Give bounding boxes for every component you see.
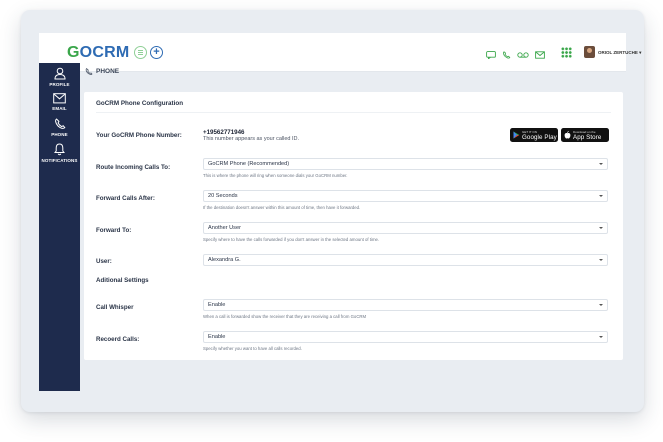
sidebar-item-label: NOTIFICATIONS bbox=[41, 158, 78, 163]
chevron-down-icon bbox=[599, 195, 603, 197]
chevron-down-icon bbox=[599, 259, 603, 261]
user-select[interactable]: Alexandra G. bbox=[203, 254, 608, 266]
sidebar-item-label: PHONE bbox=[51, 132, 68, 137]
record-calls-value: Enable bbox=[208, 334, 226, 340]
route-calls-select[interactable]: GoCRM Phone (Recommended) bbox=[203, 158, 608, 170]
google-play-big-text: Google Play bbox=[522, 133, 557, 141]
forward-to-hint: Specify where to have the calls forwarde… bbox=[203, 237, 380, 242]
phone-icon bbox=[85, 68, 93, 75]
bell-icon bbox=[54, 143, 65, 156]
phone-icon[interactable] bbox=[502, 51, 512, 59]
sidebar: PROFILE EMAIL PHONE NOTIFICATIONS bbox=[39, 63, 80, 391]
sidebar-item-phone[interactable]: PHONE bbox=[39, 118, 80, 137]
chevron-down-icon bbox=[599, 227, 603, 229]
divider bbox=[96, 112, 611, 113]
user-menu[interactable]: ORIOL ZERTUCHE ▾ bbox=[598, 50, 641, 56]
panel-title: GoCRM Phone Configuration bbox=[96, 100, 184, 107]
apple-icon bbox=[564, 131, 571, 139]
sidebar-item-profile[interactable]: PROFILE bbox=[39, 67, 80, 87]
forward-after-hint: If the destination doesn't answer within… bbox=[203, 205, 361, 210]
record-calls-label: Recoerd Calls: bbox=[96, 336, 140, 343]
route-calls-hint: This is where the phone will ring when s… bbox=[203, 173, 348, 178]
record-calls-select[interactable]: Enable bbox=[203, 331, 608, 343]
user-label: User: bbox=[96, 258, 112, 265]
forward-to-value: Another User bbox=[208, 225, 241, 231]
route-calls-label: Route Incoming Calls To: bbox=[96, 164, 171, 171]
call-whisper-label: Call Whisper bbox=[96, 304, 134, 311]
phone-number-value: +19562771946 bbox=[203, 129, 245, 136]
chevron-down-icon bbox=[599, 336, 603, 338]
avatar[interactable] bbox=[584, 46, 595, 58]
gocrm-logo[interactable]: GOCRM bbox=[67, 45, 129, 61]
sidebar-item-email[interactable]: EMAIL bbox=[39, 93, 80, 111]
top-bar: GOCRM + ORIOL ZERTUCHE ▾ bbox=[39, 33, 641, 72]
sidebar-item-label: PROFILE bbox=[49, 82, 70, 87]
forward-after-value: 20 Seconds bbox=[208, 193, 238, 199]
phone-config-panel: GoCRM Phone Configuration Your GoCRM Pho… bbox=[84, 92, 623, 360]
forward-after-select[interactable]: 20 Seconds bbox=[203, 190, 608, 202]
chevron-down-icon bbox=[599, 304, 603, 306]
app-store-big-text: App Store bbox=[573, 133, 602, 141]
chat-icon[interactable] bbox=[486, 51, 496, 59]
breadcrumb: PHONE bbox=[96, 68, 120, 75]
phone-number-hint: This number appears as your called ID. bbox=[203, 136, 299, 142]
add-icon[interactable]: + bbox=[150, 46, 163, 59]
forward-to-select[interactable]: Another User bbox=[203, 222, 608, 234]
email-icon[interactable] bbox=[535, 51, 545, 59]
person-icon bbox=[53, 67, 66, 80]
route-calls-value: GoCRM Phone (Recommended) bbox=[208, 161, 290, 167]
record-calls-hint: Specify whether you want to have all cal… bbox=[203, 346, 302, 351]
app-window: GOCRM + ORIOL ZERTUCHE ▾ PROFILE EMAIL P… bbox=[21, 10, 644, 412]
call-whisper-hint: When a call is forwarded show the receiv… bbox=[203, 314, 367, 319]
sidebar-item-notifications[interactable]: NOTIFICATIONS bbox=[39, 143, 80, 163]
google-play-icon bbox=[513, 131, 520, 139]
voicemail-icon[interactable] bbox=[517, 51, 529, 59]
app-store-button[interactable]: Download on the App Store bbox=[561, 128, 609, 142]
envelope-icon bbox=[53, 93, 66, 104]
logo-o: O bbox=[79, 44, 93, 61]
phone-icon bbox=[54, 118, 65, 129]
forward-to-label: Forward To: bbox=[96, 227, 132, 234]
call-whisper-value: Enable bbox=[208, 302, 226, 308]
logo-g: G bbox=[67, 44, 80, 61]
phone-number-label: Your GoCRM Phone Number: bbox=[96, 132, 182, 139]
logo-crm: CRM bbox=[92, 44, 130, 61]
call-whisper-select[interactable]: Enable bbox=[203, 299, 608, 311]
apps-grid-icon[interactable] bbox=[561, 47, 572, 58]
additional-settings-heading: Aditional Settings bbox=[96, 277, 149, 284]
google-play-button[interactable]: GET IT ON Google Play bbox=[510, 128, 558, 142]
user-value: Alexandra G. bbox=[208, 257, 241, 263]
forward-after-label: Forward Calls After: bbox=[96, 195, 155, 202]
menu-icon[interactable] bbox=[134, 46, 147, 59]
sidebar-item-label: EMAIL bbox=[52, 106, 67, 111]
chevron-down-icon bbox=[599, 163, 603, 165]
